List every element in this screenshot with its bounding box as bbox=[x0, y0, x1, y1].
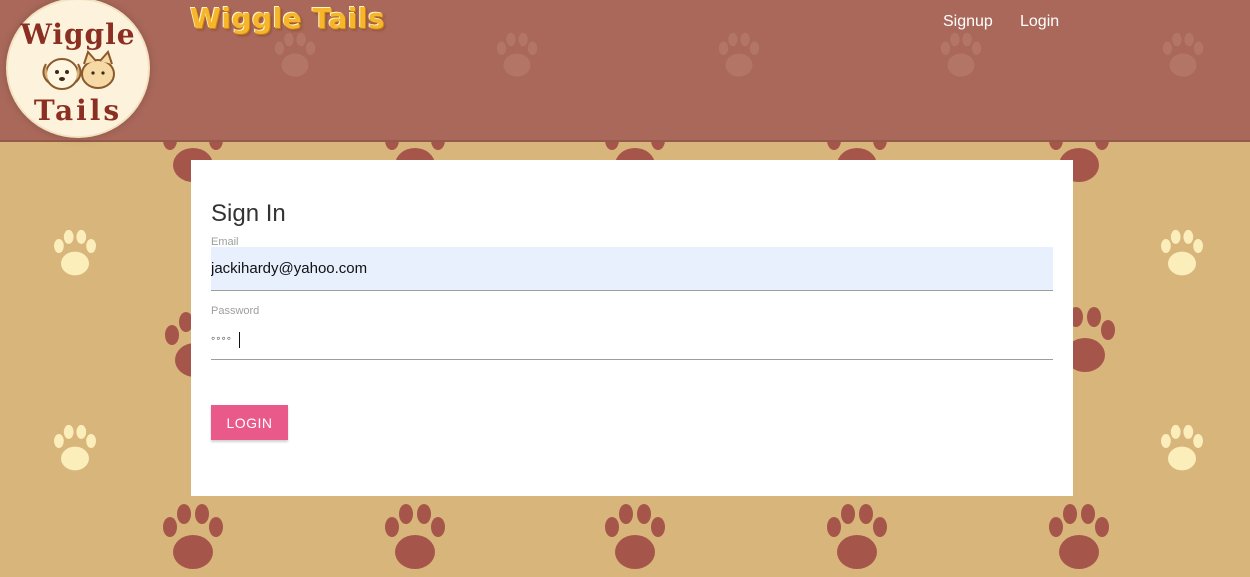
text-cursor bbox=[239, 332, 240, 348]
logo-text-line2: Tails bbox=[33, 94, 123, 127]
logo[interactable]: Wiggle Tails bbox=[8, 0, 148, 136]
logo-text-line1: Wiggle bbox=[20, 18, 136, 51]
paw-print-icon bbox=[1158, 28, 1208, 87]
login-button[interactable]: LOGIN bbox=[211, 405, 288, 440]
paw-print-icon bbox=[158, 497, 228, 577]
paw-print-icon bbox=[1155, 420, 1209, 476]
paw-print-icon bbox=[822, 497, 892, 577]
paw-print-icon bbox=[1155, 225, 1209, 281]
paw-print-icon bbox=[492, 28, 542, 87]
nav-login-link[interactable]: Login bbox=[1020, 13, 1059, 31]
password-field[interactable] bbox=[211, 316, 1053, 360]
paw-print-icon bbox=[48, 225, 102, 281]
signin-card: Sign In Email Password LOGIN bbox=[191, 160, 1073, 496]
dog-cat-icon bbox=[42, 50, 115, 90]
paw-print-icon bbox=[936, 28, 986, 87]
page-title: Sign In bbox=[211, 200, 286, 227]
brand-title[interactable]: Wiggle Tails bbox=[190, 2, 385, 35]
paw-print-icon bbox=[48, 420, 102, 476]
paw-print-icon bbox=[380, 497, 450, 577]
paw-print-icon bbox=[270, 28, 320, 87]
paw-print-icon bbox=[1044, 497, 1114, 577]
paw-print-icon bbox=[714, 28, 764, 87]
email-field[interactable] bbox=[211, 247, 1053, 291]
paw-print-icon bbox=[600, 497, 670, 577]
nav-signup-link[interactable]: Signup bbox=[943, 13, 993, 31]
header-bar: Wiggle Tails Wiggle Tails Signup Login bbox=[0, 0, 1250, 142]
